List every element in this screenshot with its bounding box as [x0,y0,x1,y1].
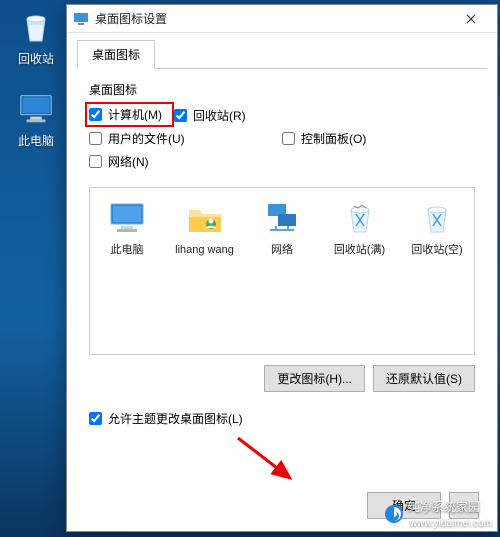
user-folder-icon [185,198,225,238]
icon-caption: 回收站(满) [329,244,391,257]
dialog-icon [73,11,89,27]
icon-item-this-pc[interactable]: 此电脑 [96,198,158,344]
icon-item-user-folder[interactable]: lihang wang [174,198,236,344]
watermark-url: www.yidaimei.com [410,518,492,529]
checkbox-label: 用户的文件(U) [108,130,185,147]
desktop-icon-label: 此电脑 [8,132,64,149]
icon-caption: lihang wang [174,244,236,257]
icon-item-network[interactable]: 网络 [251,198,313,344]
desktop-icon-settings-dialog: 桌面图标设置 桌面图标 桌面图标 计算机(M) 回收站(R) 用户的文件(U) [66,4,498,532]
icon-caption: 网络 [251,244,313,257]
network-icon [262,198,302,238]
desktop-icon-recycle-bin[interactable]: 回收站 [8,8,64,67]
dialog-title: 桌面图标设置 [95,10,451,27]
icon-caption: 此电脑 [96,244,158,257]
close-icon [466,14,476,24]
checkbox-input[interactable] [89,412,102,425]
checkbox-input[interactable] [282,132,295,145]
checkbox-label: 计算机(M) [108,106,162,123]
watermark-brand: 纯净系统家园 [408,500,480,514]
checkbox-label: 控制面板(O) [301,130,366,147]
checkbox-label: 网络(N) [108,153,149,170]
close-button[interactable] [451,6,491,32]
recycle-bin-full-icon [340,198,380,238]
checkbox-input[interactable] [89,108,102,121]
checkbox-input[interactable] [174,109,187,122]
change-icon-button[interactable]: 更改图标(H)... [264,365,365,392]
checkbox-user-files[interactable]: 用户的文件(U) [89,127,282,150]
restore-default-button[interactable]: 还原默认值(S) [373,365,475,392]
icon-preview-panel: 此电脑 lihang wang 网络 回收站(满) [89,187,475,355]
checkbox-network[interactable]: 网络(N) [89,150,282,173]
titlebar: 桌面图标设置 [67,5,497,33]
icon-item-recycle-bin-empty[interactable]: 回收站(空) [406,198,468,344]
icon-caption: 回收站(空) [406,244,468,257]
checkbox-label: 允许主题更改桌面图标(L) [108,410,243,427]
checkbox-label: 回收站(R) [193,107,246,124]
recycle-bin-icon [17,8,55,46]
checkbox-computer[interactable]: 计算机(M) [85,102,174,127]
checkbox-input[interactable] [89,155,102,168]
checkbox-recycle-bin[interactable]: 回收站(R) [174,104,367,127]
checkbox-input[interactable] [89,132,102,145]
desktop-icon-this-pc[interactable]: 此电脑 [8,90,64,149]
tab-row: 桌面图标 [77,39,487,69]
icon-item-recycle-bin-full[interactable]: 回收站(满) [329,198,391,344]
watermark-logo-icon [384,504,404,524]
checkbox-group: 计算机(M) 回收站(R) 用户的文件(U) 控制面板(O) 网络(N) [89,104,475,173]
computer-icon [17,90,55,128]
desktop-icon-label: 回收站 [8,50,64,67]
checkbox-allow-themes[interactable]: 允许主题更改桌面图标(L) [89,410,475,427]
watermark: 纯净系统家园 www.yidaimei.com [384,498,492,529]
checkbox-control-panel[interactable]: 控制面板(O) [282,127,475,150]
tab-desktop-icons[interactable]: 桌面图标 [77,40,155,69]
group-label-desktop-icons: 桌面图标 [89,81,475,98]
computer-icon [107,198,147,238]
recycle-bin-empty-icon [417,198,457,238]
